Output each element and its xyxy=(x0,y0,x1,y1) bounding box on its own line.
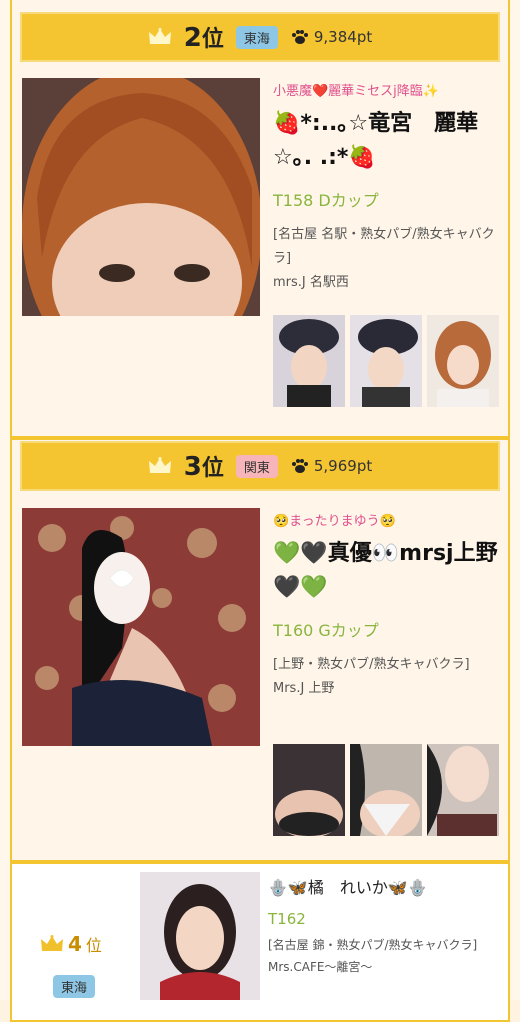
cast-info: 🪬🦋橘 れいか🦋🪬 T162 [名古屋 錦・熟女パブ/熟女キャバクラ] Mrs.… xyxy=(268,874,508,978)
thumbnail[interactable] xyxy=(350,744,422,836)
region-badge[interactable]: 東海 xyxy=(53,975,96,998)
cast-size: T158 Dカップ xyxy=(273,191,379,210)
ranking-page: 2位 東海 9,384pt 小悪魔❤️麗華ミセスj降臨✨ 🍓*:..｡☆竜宮 麗… xyxy=(0,0,520,1022)
shop-category: [名古屋 錦・熟女パブ/熟女キャバクラ] xyxy=(268,938,478,952)
shop-name[interactable]: Mrs.CAFE〜離宮〜 xyxy=(268,956,508,978)
rank-number: 3位 xyxy=(183,452,224,482)
rank-label: 4位 xyxy=(40,932,102,956)
rank-header: 2位 東海 9,384pt xyxy=(20,12,500,62)
shop-category: [名古屋 名駅・熟女パブ/熟女キャバクラ] xyxy=(273,227,495,266)
thumbnail[interactable] xyxy=(350,315,422,407)
region-badge[interactable]: 東海 xyxy=(235,25,278,49)
thumbnail[interactable] xyxy=(273,744,345,836)
cast-name[interactable]: 🪬🦋橘 れいか🦋🪬 xyxy=(268,874,508,898)
cast-photo[interactable] xyxy=(22,508,260,746)
points: 5,969pt xyxy=(290,457,372,475)
cast-info: 小悪魔❤️麗華ミセスj降臨✨ 🍓*:..｡☆竜宮 麗華☆｡. .:*🍓 T158… xyxy=(273,80,501,295)
cast-name[interactable]: 💚🖤真優👀mrsj上野🖤💚 xyxy=(273,537,501,605)
rank-header: 3位 関東 5,969pt xyxy=(20,441,500,491)
cast-size: T160 Gカップ xyxy=(273,621,379,640)
thumbnail[interactable] xyxy=(273,315,345,407)
crown-icon xyxy=(148,457,171,473)
cast-info: 🥺まったりまゆう🥺 💚🖤真優👀mrsj上野🖤💚 T160 Gカップ [上野・熟女… xyxy=(273,510,501,701)
thumbnail-strip xyxy=(273,315,499,407)
region-badge[interactable]: 関東 xyxy=(235,454,278,478)
catch-copy: 🥺まったりまゆう🥺 xyxy=(273,514,396,529)
paw-icon xyxy=(291,459,308,473)
thumbnail-strip xyxy=(273,744,499,836)
points: 9,384pt xyxy=(290,28,372,46)
paw-icon xyxy=(291,30,308,44)
shop-name[interactable]: Mrs.J 上野 xyxy=(273,677,501,701)
catch-copy: 小悪魔❤️麗華ミセスj降臨✨ xyxy=(273,84,439,99)
shop-category: [上野・熟女パブ/熟女キャバクラ] xyxy=(273,657,470,672)
crown-icon xyxy=(41,935,63,951)
rank-number: 2位 xyxy=(183,23,224,53)
cast-photo[interactable] xyxy=(140,872,260,1000)
cast-name[interactable]: 🍓*:..｡☆竜宮 麗華☆｡. .:*🍓 xyxy=(273,107,501,175)
cast-size: T162 xyxy=(268,910,306,928)
crown-icon xyxy=(148,28,171,44)
thumbnail[interactable] xyxy=(427,315,499,407)
cast-photo[interactable] xyxy=(22,78,260,316)
shop-name[interactable]: mrs.J 名駅西 xyxy=(273,271,501,295)
thumbnail[interactable] xyxy=(427,744,499,836)
